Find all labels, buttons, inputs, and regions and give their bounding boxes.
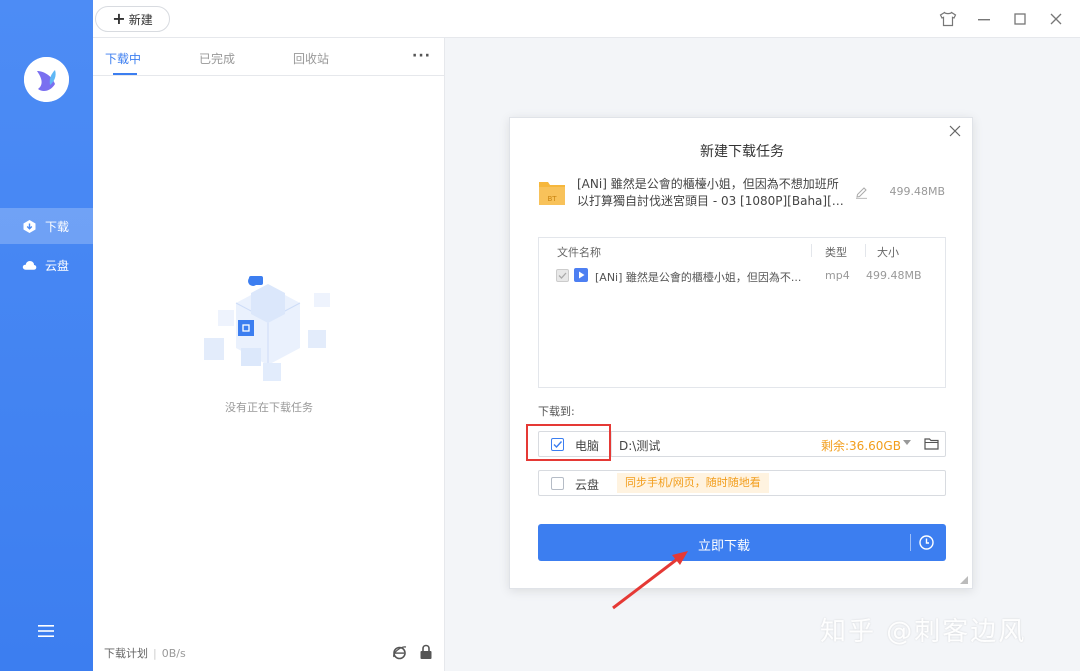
torrent-name-line1: [ANi] 雖然是公會的櫃檯小姐，但因為不想加班所 — [577, 177, 839, 191]
resize-grip[interactable] — [960, 576, 968, 584]
lock-icon[interactable] — [419, 644, 433, 663]
tab-downloading[interactable]: 下载中 — [105, 50, 141, 67]
cloud-promo-badge: 同步手机/网页，随时随地看 — [617, 473, 769, 493]
dialog-close-icon[interactable] — [947, 124, 963, 140]
tab-active-indicator — [113, 73, 137, 75]
file-checkbox[interactable] — [556, 269, 569, 282]
tab-recycle-bin[interactable]: 回收站 — [293, 50, 329, 67]
column-divider — [811, 244, 812, 257]
tab-completed[interactable]: 已完成 — [199, 50, 235, 67]
top-bar: + 新建 — [93, 0, 1080, 38]
new-task-dialog: 新建下载任务 BT [ANi] 雖然是公會的櫃檯小姐，但因為不想加班所 以打算獨… — [509, 117, 973, 589]
button-divider — [910, 534, 911, 551]
schedule-clock-icon[interactable] — [918, 534, 935, 554]
file-size: 499.48MB — [866, 269, 922, 282]
column-header-type[interactable]: 类型 — [825, 244, 847, 260]
sidebar-item-cloud[interactable]: 云盘 — [0, 247, 93, 283]
folder-icon[interactable] — [924, 437, 939, 453]
plus-icon: + — [112, 9, 126, 28]
sidebar: 下载 云盘 — [0, 0, 93, 671]
download-icon — [22, 219, 37, 234]
window-controls — [938, 9, 1066, 29]
tab-bar: 下载中 已完成 回收站 ··· — [93, 38, 445, 76]
empty-state-text: 没有正在下载任务 — [225, 401, 313, 414]
sidebar-item-label: 云盘 — [45, 258, 70, 273]
empty-illustration — [196, 248, 341, 393]
highlight-box — [526, 424, 611, 461]
torrent-name-line2: 以打算獨自討伐迷宮頭目 - 03 [1080P][Baha][W... — [577, 194, 852, 208]
close-icon[interactable] — [1046, 9, 1066, 29]
edit-icon[interactable] — [855, 186, 868, 202]
footer-divider: | — [153, 646, 157, 660]
more-icon[interactable]: ··· — [412, 48, 431, 64]
chevron-down-icon[interactable] — [903, 440, 911, 445]
file-type: mp4 — [825, 269, 850, 282]
save-to-label: 下载到: — [538, 405, 575, 418]
annotation-arrow — [612, 551, 688, 610]
download-speed: 0B/s — [161, 646, 186, 660]
table-row[interactable]: [ANi] 雖然是公會的櫃檯小姐，但因為不... mp4 499.48MB — [539, 264, 945, 290]
file-table: 文件名称 类型 大小 [ANi] 雖然是公會的櫃檯小姐，但因為不... mp4 … — [538, 237, 946, 388]
menu-icon[interactable] — [38, 624, 54, 638]
destination-cloud: 云盘 同步手机/网页，随时随地看 — [538, 470, 946, 496]
cloud-icon — [22, 258, 37, 273]
download-list-panel: 下载中 已完成 回收站 ··· 没有正在下载任务 下载计划 | 0B/s — [93, 38, 445, 671]
skin-icon[interactable] — [938, 9, 958, 29]
new-task-label: 新建 — [128, 12, 153, 27]
torrent-size: 499.48MB — [889, 185, 945, 198]
svg-text:BT: BT — [547, 195, 557, 203]
download-now-label: 立即下载 — [697, 539, 750, 554]
column-divider — [865, 244, 866, 257]
minimize-icon[interactable] — [974, 9, 994, 29]
free-space-text: 剩余:36.60GB — [821, 439, 901, 453]
sidebar-item-download[interactable]: 下载 — [0, 208, 93, 244]
dialog-title: 新建下载任务 — [700, 144, 784, 160]
maximize-icon[interactable] — [1010, 9, 1030, 29]
cloud-checkbox[interactable] — [551, 477, 564, 490]
status-footer: 下载计划 | 0B/s — [93, 635, 445, 671]
cloud-label: 云盘 — [575, 478, 600, 492]
download-plan-link[interactable]: 下载计划 — [104, 645, 148, 661]
table-header: 文件名称 类型 大小 — [539, 238, 945, 264]
torrent-name: [ANi] 雖然是公會的櫃檯小姐，但因為不想加班所 以打算獨自討伐迷宮頭目 - … — [577, 176, 852, 210]
column-header-size[interactable]: 大小 — [877, 244, 899, 260]
app-logo — [24, 57, 69, 102]
new-task-button[interactable]: + 新建 — [95, 6, 170, 32]
save-path-input[interactable]: D:\测试 — [619, 437, 660, 454]
file-name: [ANi] 雖然是公會的櫃檯小姐，但因為不... — [595, 271, 802, 284]
sidebar-item-label: 下载 — [45, 219, 70, 234]
video-file-icon — [574, 268, 588, 282]
field-divider — [611, 432, 612, 456]
column-header-name[interactable]: 文件名称 — [557, 244, 601, 260]
browser-icon[interactable] — [392, 645, 407, 663]
watermark: 知乎 @刺客边风 — [820, 617, 1027, 647]
bt-folder-icon: BT — [538, 178, 566, 206]
